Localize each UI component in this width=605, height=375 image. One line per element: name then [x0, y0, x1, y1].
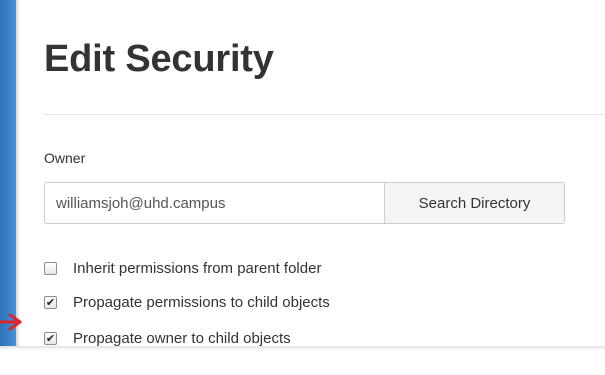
edit-security-panel: Edit Security Owner Search Directory Inh… [20, 0, 605, 348]
page-title: Edit Security [44, 38, 274, 80]
search-directory-button[interactable]: Search Directory [384, 182, 565, 224]
bottom-edge [0, 346, 605, 375]
inherit-permissions-option[interactable]: Inherit permissions from parent folder [44, 258, 321, 278]
title-divider [44, 114, 605, 115]
inherit-permissions-label: Inherit permissions from parent folder [73, 259, 322, 277]
propagate-permissions-checkbox[interactable]: ✔ [44, 295, 57, 309]
propagate-permissions-option[interactable]: ✔ Propagate permissions to child objects [44, 292, 330, 312]
propagate-owner-label: Propagate owner to child objects [73, 329, 291, 347]
propagate-permissions-label: Propagate permissions to child objects [73, 293, 330, 311]
owner-label: Owner [44, 150, 86, 166]
propagate-owner-option[interactable]: ✔ Propagate owner to child objects [44, 328, 291, 348]
propagate-owner-checkbox[interactable]: ✔ [44, 331, 57, 345]
left-accent-bar [0, 0, 20, 346]
arrow-right-icon [0, 313, 22, 331]
inherit-permissions-checkbox[interactable] [44, 261, 57, 275]
owner-input[interactable] [44, 182, 384, 224]
